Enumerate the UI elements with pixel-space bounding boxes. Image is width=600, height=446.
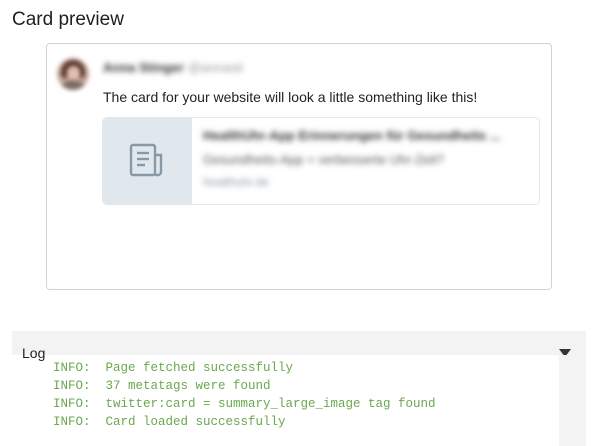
- log-line: INFO: twitter:card = summary_large_image…: [53, 397, 436, 411]
- log-line: INFO: 37 metatags were found: [53, 379, 271, 393]
- card-domain: healthuhr.de: [203, 175, 270, 189]
- log-header[interactable]: Log: [12, 331, 586, 361]
- log-line: INFO: Card loaded successfully: [53, 415, 286, 429]
- tweet-text: The card for your website will look a li…: [103, 89, 478, 105]
- card-title: HealthUhr-App Erinnerungen für Gesundhei…: [203, 128, 501, 143]
- card-description: Gesundheits-App + verbesserte Uhr-Zeit?: [203, 152, 444, 167]
- page-title: Card preview: [12, 9, 124, 30]
- log-line: INFO: Page fetched successfully: [53, 361, 294, 375]
- log-lines: INFO: Page fetched successfully INFO: 37…: [53, 359, 436, 431]
- document-icon: [129, 143, 163, 177]
- avatar: [57, 58, 89, 90]
- log-label: Log: [22, 345, 46, 361]
- card-preview-panel: Anna Stinger @annasti The card for your w…: [46, 43, 552, 290]
- page: Card preview Anna Stinger @annasti The ca…: [0, 0, 600, 446]
- author-handle: @annasti: [187, 60, 244, 75]
- link-card[interactable]: HealthUhr-App Erinnerungen für Gesundhei…: [102, 117, 540, 205]
- author-name: Anna Stinger: [103, 60, 184, 75]
- card-thumbnail: [103, 118, 192, 204]
- tweet-author: Anna Stinger @annasti: [103, 60, 243, 75]
- log-scrollbar[interactable]: [559, 355, 586, 446]
- log-output: INFO: Page fetched successfully INFO: 37…: [46, 355, 559, 446]
- card-body: HealthUhr-App Erinnerungen für Gesundhei…: [203, 118, 531, 204]
